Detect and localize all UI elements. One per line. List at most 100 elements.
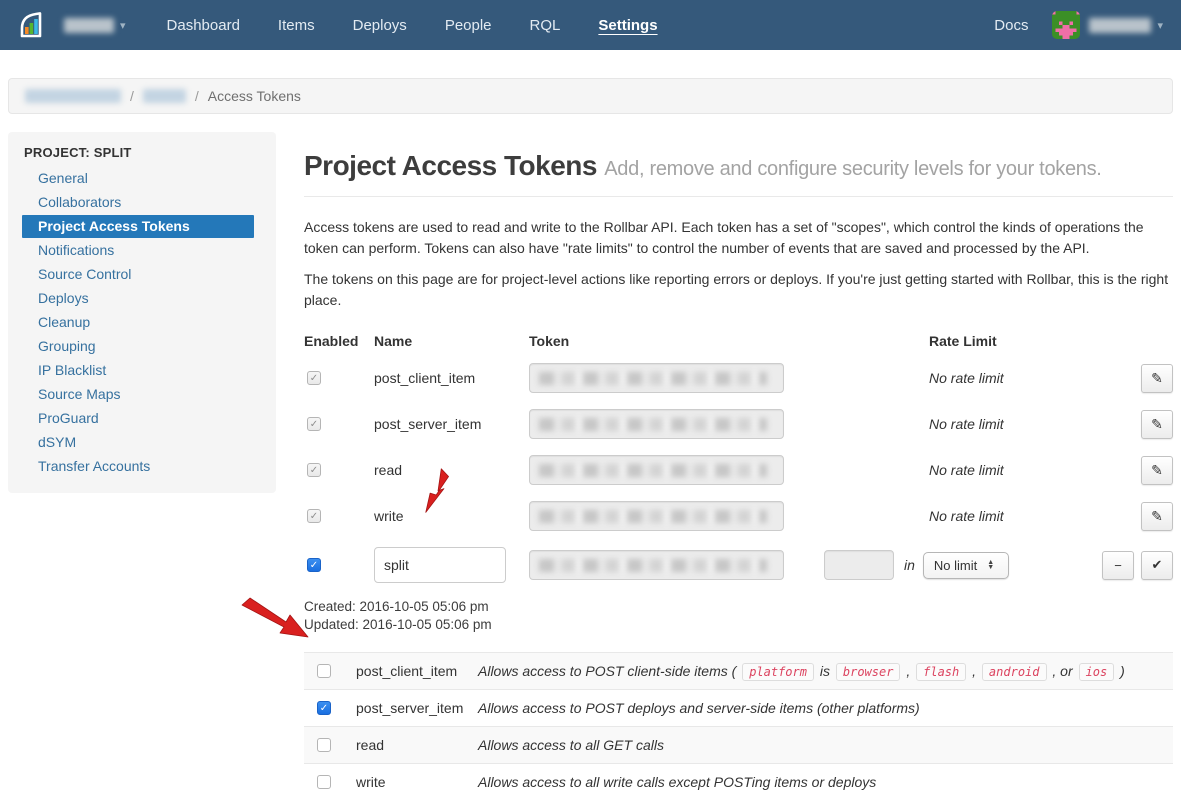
avatar-pixel-art: [1052, 11, 1080, 39]
scope-name-label: post_server_item: [356, 700, 478, 716]
rollbar-logo-icon: [18, 10, 48, 40]
token-value-field[interactable]: [529, 363, 784, 393]
breadcrumb-project-blurred[interactable]: [143, 89, 186, 103]
sidebar-item-source-maps[interactable]: Source Maps: [8, 383, 276, 406]
rate-limit-value: No rate limit: [929, 370, 1004, 386]
remove-token-button[interactable]: −: [1102, 551, 1134, 580]
name-cell: [374, 547, 529, 583]
minus-icon: −: [1114, 558, 1122, 573]
edit-token-button[interactable]: ✎: [1141, 456, 1173, 485]
sidebar-item-dsym[interactable]: dSYM: [8, 431, 276, 454]
enabled-checkbox-post-server-item[interactable]: ✓: [307, 417, 321, 431]
token-value-field[interactable]: [529, 550, 784, 580]
select-stepper-icon: ▲▼: [987, 560, 994, 570]
nav-item-dashboard[interactable]: Dashboard: [167, 17, 240, 34]
token-value-field[interactable]: [529, 409, 784, 439]
nav-item-rql[interactable]: RQL: [530, 17, 561, 34]
rate-limit-editor: inNo limit▲▼: [824, 550, 1081, 580]
title-divider: [304, 196, 1173, 197]
nav-item-deploys[interactable]: Deploys: [353, 17, 407, 34]
sidebar-item-notifications[interactable]: Notifications: [8, 239, 276, 262]
token-name-input[interactable]: [374, 547, 506, 583]
top-navbar: ▾ Dashboard Items Deploys People RQL Settings…: [0, 0, 1181, 50]
scope-description: Allows access to POST client-side items …: [478, 663, 1167, 679]
created-timestamp: Created: 2016-10-05 05:06 pm: [304, 599, 1173, 614]
confirm-token-button[interactable]: ✔: [1141, 551, 1173, 580]
enabled-cell: ✓: [304, 371, 374, 385]
rollbar-logo[interactable]: [18, 10, 48, 40]
scope-checkbox-post-client-item[interactable]: [317, 664, 331, 678]
scope-row-post-server-item: ✓ post_server_itemAllows access to POST d…: [304, 689, 1173, 726]
token-cell: [529, 501, 824, 531]
token-value-field[interactable]: [529, 501, 784, 531]
breadcrumb-separator: /: [195, 88, 199, 104]
rate-limit-value: No rate limit: [929, 508, 1004, 524]
breadcrumb-account-blurred[interactable]: [25, 89, 121, 103]
token-cell: [529, 409, 824, 439]
rate-limit-value: No rate limit: [929, 416, 1004, 432]
edit-token-button[interactable]: ✎: [1141, 502, 1173, 531]
username-blurred: [1089, 18, 1151, 33]
token-actions-cell: ✎: [1081, 502, 1173, 531]
token-value-blurred: [539, 559, 767, 572]
scope-checkbox-cell: [314, 664, 356, 678]
rate-limit-cell: No rate limit: [824, 462, 1081, 478]
sidebar-item-transfer-accounts[interactable]: Transfer Accounts: [8, 455, 276, 478]
scopes-table: post_client_itemAllows access to POST cl…: [304, 652, 1173, 791]
enabled-cell: ✓: [304, 509, 374, 523]
sidebar-item-grouping[interactable]: Grouping: [8, 335, 276, 358]
column-header-enabled: Enabled: [304, 333, 374, 349]
page-title-text: Project Access Tokens: [304, 150, 597, 181]
token-table: EnabledNameTokenRate Limit✓post_client_i…: [304, 333, 1173, 583]
sidebar-item-project-access-tokens[interactable]: Project Access Tokens: [22, 215, 254, 238]
sidebar-items: GeneralCollaboratorsProject Access Token…: [8, 167, 276, 478]
scope-description: Allows access to all write calls except …: [478, 774, 1167, 790]
nav-item-settings[interactable]: Settings: [598, 17, 657, 34]
intro-paragraph-2: The tokens on this page are for project-…: [304, 269, 1173, 311]
sidebar-item-general[interactable]: General: [8, 167, 276, 190]
enabled-checkbox-post-client-item[interactable]: ✓: [307, 371, 321, 385]
enabled-checkbox-write[interactable]: ✓: [307, 509, 321, 523]
name-cell: read: [374, 462, 529, 478]
scope-checkbox-write[interactable]: [317, 775, 331, 789]
token-actions-cell: ✎: [1081, 364, 1173, 393]
scope-description: Allows access to POST deploys and server…: [478, 700, 1167, 716]
sidebar-item-cleanup[interactable]: Cleanup: [8, 311, 276, 334]
scope-row-write: writeAllows access to all write calls ex…: [304, 763, 1173, 791]
token-value-blurred: [539, 372, 767, 385]
rate-limit-count-input[interactable]: [824, 550, 894, 580]
check-icon: ✔: [1152, 557, 1163, 573]
project-switcher[interactable]: ▾: [64, 18, 126, 33]
enabled-checkbox-split[interactable]: ✓: [307, 558, 321, 572]
token-actions-cell: ✎: [1081, 456, 1173, 485]
sidebar-item-source-control[interactable]: Source Control: [8, 263, 276, 286]
edit-token-button[interactable]: ✎: [1141, 410, 1173, 439]
rate-limit-cell: No rate limit: [824, 508, 1081, 524]
avatar[interactable]: [1052, 11, 1080, 39]
user-menu[interactable]: ▾: [1089, 18, 1163, 33]
rate-limit-value: No rate limit: [929, 462, 1004, 478]
rate-limit-window-select[interactable]: No limit▲▼: [923, 552, 1009, 579]
token-value-field[interactable]: [529, 455, 784, 485]
scope-name-label: write: [356, 774, 478, 790]
nav-item-items[interactable]: Items: [278, 17, 315, 34]
main-content: Project Access Tokens Add, remove and co…: [304, 132, 1173, 791]
enabled-checkbox-read[interactable]: ✓: [307, 463, 321, 477]
sidebar-item-proguard[interactable]: ProGuard: [8, 407, 276, 430]
edit-token-button[interactable]: ✎: [1141, 364, 1173, 393]
scope-name-label: post_client_item: [356, 663, 478, 679]
page-title: Project Access Tokens Add, remove and co…: [304, 150, 1173, 182]
token-row-post-server-item: ✓post_server_itemNo rate limit✎: [304, 409, 1173, 439]
scope-checkbox-read[interactable]: [317, 738, 331, 752]
nav-item-people[interactable]: People: [445, 17, 492, 34]
nav-item-docs[interactable]: Docs: [994, 17, 1028, 34]
enabled-cell: ✓: [304, 463, 374, 477]
sidebar-item-ip-blacklist[interactable]: IP Blacklist: [8, 359, 276, 382]
sidebar-item-collaborators[interactable]: Collaborators: [8, 191, 276, 214]
sidebar-item-deploys[interactable]: Deploys: [8, 287, 276, 310]
scope-checkbox-post-server-item[interactable]: ✓: [317, 701, 331, 715]
token-value-blurred: [539, 418, 767, 431]
pencil-icon: ✎: [1151, 462, 1163, 479]
token-actions-cell: ✎: [1081, 410, 1173, 439]
breadcrumb-separator: /: [130, 88, 134, 104]
